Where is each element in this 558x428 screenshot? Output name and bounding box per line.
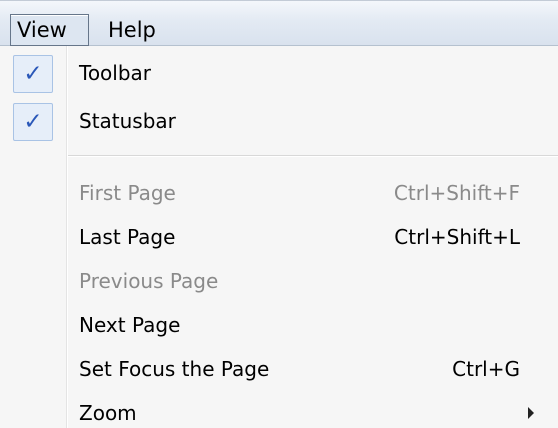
menu-item-label: Zoom [79,401,137,425]
menu-bar: View Help [0,0,558,46]
checkmark-icon: ✓ [13,55,53,93]
checkmark-icon: ✓ [13,103,53,141]
view-dropdown-menu: ✓ Toolbar ✓ Statusbar First Page Ctrl+Sh… [0,46,558,428]
menu-item-set-focus-page[interactable]: Set Focus the Page Ctrl+G [0,347,558,391]
menu-item-next-page[interactable]: Next Page [0,303,558,347]
menu-view[interactable]: View [10,14,89,46]
menu-item-toolbar[interactable]: ✓ Toolbar [0,51,558,95]
menu-item-label: Set Focus the Page [79,357,270,381]
menu-item-shortcut: Ctrl+Shift+F [393,181,520,205]
menu-item-first-page[interactable]: First Page Ctrl+Shift+F [0,171,558,215]
menu-item-shortcut: Ctrl+G [452,357,520,381]
menu-item-label: Last Page [79,225,176,249]
submenu-arrow-icon [528,407,534,419]
menu-help[interactable]: Help [99,15,165,45]
menu-item-label: Toolbar [79,61,152,85]
menu-item-previous-page[interactable]: Previous Page [0,259,558,303]
menu-item-label: Statusbar [79,109,176,133]
application-window: View Help ✓ Toolbar ✓ Statusbar First Pa… [0,0,558,428]
menu-separator-highlight [68,156,558,157]
menu-item-last-page[interactable]: Last Page Ctrl+Shift+L [0,215,558,259]
menu-item-zoom[interactable]: Zoom [0,391,558,428]
menu-item-statusbar[interactable]: ✓ Statusbar [0,99,558,143]
menu-item-label: Previous Page [79,269,219,293]
menu-item-label: Next Page [79,313,181,337]
menu-item-shortcut: Ctrl+Shift+L [394,225,520,249]
menu-item-label: First Page [79,181,176,205]
